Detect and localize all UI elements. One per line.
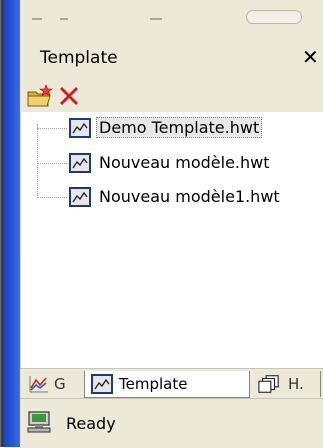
new-template-icon (27, 84, 53, 107)
tree-guide-line (37, 128, 67, 129)
tree-guide-line (37, 163, 67, 164)
panel-toolbar (20, 80, 323, 112)
panel-titlebar: Template ✕ (20, 36, 323, 80)
computer-network-icon (27, 411, 51, 433)
top-toolbar-remnant (20, 0, 323, 36)
app-window: Template ✕ Demo Template.hwt Nouveau mod… (0, 0, 323, 448)
tab-label: G (54, 375, 66, 393)
graph-icon (29, 376, 48, 393)
status-bar: Ready (20, 398, 323, 448)
delete-button[interactable] (56, 83, 84, 109)
left-window-edge (0, 0, 20, 447)
tab-graph[interactable]: G (22, 371, 84, 397)
panel-tab-strip: G Template H. (20, 368, 323, 399)
chart-file-icon (91, 374, 113, 394)
template-panel: Template ✕ Demo Template.hwt Nouveau mod… (20, 36, 323, 418)
chart-file-icon (69, 187, 91, 207)
stacked-docs-icon (258, 375, 279, 393)
tree-item-label: Nouveau modèle1.hwt (99, 187, 280, 206)
tab-label: Template (119, 375, 188, 393)
tree-guide-line (37, 197, 67, 198)
scroll-thumb[interactable] (246, 10, 302, 24)
tree-item-label: Demo Template.hwt (95, 117, 263, 138)
panel-title: Template (40, 48, 118, 68)
chart-file-icon (69, 153, 91, 173)
tab-template[interactable]: Template (84, 371, 250, 398)
tree-item-label: Nouveau modèle.hwt (99, 153, 270, 172)
delete-red-x-icon (60, 87, 78, 105)
divider (150, 18, 162, 20)
close-icon[interactable]: ✕ (302, 45, 319, 69)
divider (60, 18, 68, 20)
status-text: Ready (66, 414, 116, 433)
tree-guide-line (37, 124, 38, 198)
divider (32, 18, 42, 20)
chart-file-icon (69, 118, 91, 138)
new-template-button[interactable] (26, 83, 54, 109)
tab-label: H. (288, 375, 304, 393)
tab-history[interactable]: H. (252, 371, 321, 397)
